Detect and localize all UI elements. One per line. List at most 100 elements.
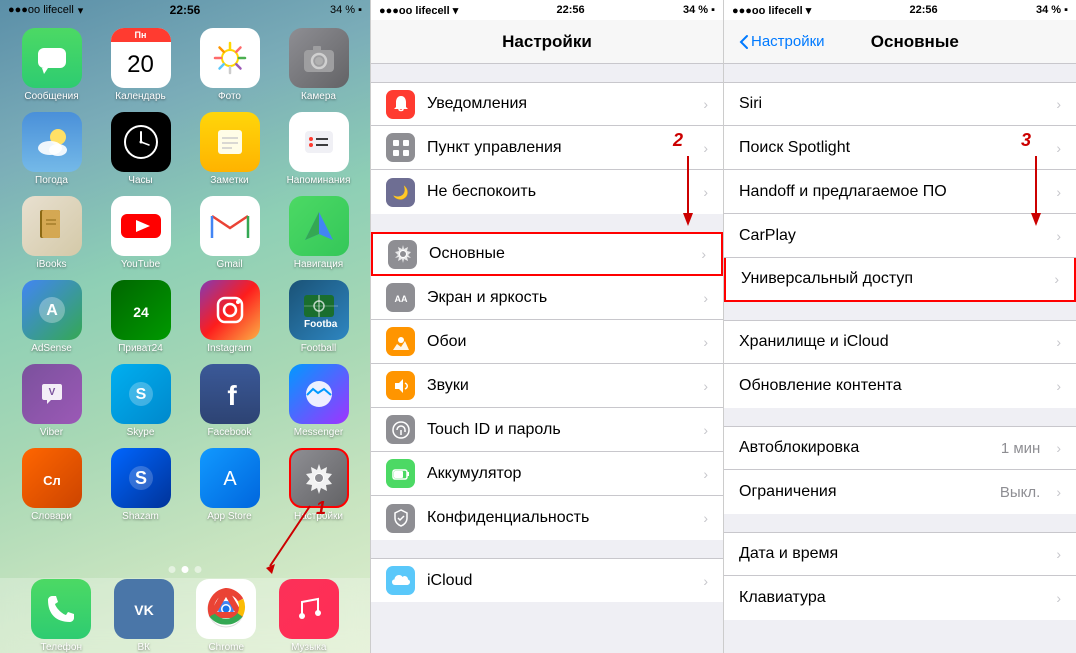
dock-chrome-icon — [196, 579, 256, 639]
settings-dnd[interactable]: 🌙 Не беспокоить › — [371, 170, 723, 214]
settings-touchid[interactable]: Touch ID и пароль › — [371, 408, 723, 452]
settings-display[interactable]: AA Экран и яркость › — [371, 276, 723, 320]
app-football[interactable]: Football.ua Football — [279, 280, 358, 354]
app-skype[interactable]: S Skype — [101, 364, 180, 438]
settings-notifications[interactable]: Уведомления › — [371, 82, 723, 126]
phone2-settings: ●●●oo lifecell ▾ 22:56 34 % ▪ Настройки … — [370, 0, 723, 653]
app-adsense[interactable]: A AdSense — [12, 280, 91, 354]
svg-text:AA: AA — [394, 294, 407, 304]
detail-autolock[interactable]: Автоблокировка 1 мин › — [724, 426, 1076, 470]
app-icon-football: Football.ua — [289, 280, 349, 340]
app-clock[interactable]: Часы — [101, 112, 180, 186]
dock-phone[interactable]: Телефон — [31, 579, 91, 653]
settings-sounds[interactable]: Звуки › — [371, 364, 723, 408]
app-instagram[interactable]: Instagram — [190, 280, 269, 354]
settings-group-gap-2 — [371, 214, 723, 232]
dock: Телефон VK ВК — [0, 578, 370, 653]
svg-text:Football.ua: Football.ua — [304, 319, 338, 329]
app-messenger[interactable]: Messenger — [279, 364, 358, 438]
wallpaper-label: Обои — [427, 333, 691, 351]
dock-music[interactable]: Музыка — [279, 579, 339, 653]
app-reminders[interactable]: Напоминания — [279, 112, 358, 186]
status-bar-2: ●●●oo lifecell ▾ 22:56 34 % ▪ — [371, 0, 723, 20]
settings-group-icloud: iCloud › — [371, 558, 723, 602]
app-notes[interactable]: Заметки — [190, 112, 269, 186]
settings-wallpaper[interactable]: Обои › — [371, 320, 723, 364]
dock-vk[interactable]: VK ВК — [114, 579, 174, 653]
status-battery: 34 % ▪ — [330, 4, 362, 16]
page-indicator — [169, 566, 202, 573]
app-facebook[interactable]: f Facebook — [190, 364, 269, 438]
settings-group-datetime: Дата и время › Клавиатура › — [724, 532, 1076, 620]
app-camera[interactable]: Камера — [279, 28, 358, 102]
icloud-icon — [386, 566, 415, 595]
back-button[interactable]: Настройки — [739, 33, 825, 50]
detail-handoff[interactable]: Handoff и предлагаемое ПО › — [724, 170, 1076, 214]
settings-group-2: Основные › AA Экран и яркость › Обои › — [371, 232, 723, 540]
detail-keyboard[interactable]: Клавиатура › — [724, 576, 1076, 620]
settings-battery[interactable]: Аккумулятор › — [371, 452, 723, 496]
settings-control[interactable]: Пункт управления › — [371, 126, 723, 170]
app-label-notes: Заметки — [210, 175, 248, 186]
svg-text:VK: VK — [134, 602, 153, 618]
app-photos[interactable]: Фото — [190, 28, 269, 102]
dock-label-phone: Телефон — [41, 642, 82, 653]
app-slovari[interactable]: Сл Словари — [12, 448, 91, 522]
keyboard-label: Клавиатура — [739, 589, 1044, 607]
dock-label-music: Музыка — [291, 642, 326, 653]
settings-group-gap-3 — [371, 540, 723, 558]
svg-text:f: f — [227, 380, 237, 411]
app-privat24[interactable]: 24 Приват24 — [101, 280, 180, 354]
app-label-slovari: Словари — [31, 511, 72, 522]
detail-restrictions[interactable]: Ограничения Выкл. › — [724, 470, 1076, 514]
app-icon-facebook: f — [200, 364, 260, 424]
app-icon-viber: V — [22, 364, 82, 424]
detail-datetime[interactable]: Дата и время › — [724, 532, 1076, 576]
settings-list: Уведомления › Пункт управления › 🌙 Не бе… — [371, 64, 723, 653]
detail-accessibility[interactable]: Универсальный доступ › — [724, 258, 1076, 302]
detail-siri[interactable]: Siri › — [724, 82, 1076, 126]
app-shazam[interactable]: S Shazam — [101, 448, 180, 522]
dock-music-icon — [279, 579, 339, 639]
status-carrier: ●●●oo lifecell ▾ — [8, 4, 83, 17]
app-label-skype: Skype — [127, 427, 155, 438]
detail-bgrefresh[interactable]: Обновление контента › — [724, 364, 1076, 408]
app-messages[interactable]: Сообщения — [12, 28, 91, 102]
detail-carplay[interactable]: CarPlay › — [724, 214, 1076, 258]
app-navigation[interactable]: Навигация — [279, 196, 358, 270]
app-settings[interactable]: Настройки — [279, 448, 358, 522]
phone1-home-screen: ●●●oo lifecell ▾ 22:56 34 % ▪ Сообщения … — [0, 0, 370, 653]
settings-privacy[interactable]: Конфиденциальность › — [371, 496, 723, 540]
app-label-appstore: App Store — [207, 511, 251, 522]
app-ibooks[interactable]: iBooks — [12, 196, 91, 270]
settings-general[interactable]: Основные › — [371, 232, 723, 276]
status-time-1: 22:56 — [170, 3, 201, 17]
app-label-photos: Фото — [218, 91, 241, 102]
app-gmail[interactable]: Gmail — [190, 196, 269, 270]
settings-group-1: Уведомления › Пункт управления › 🌙 Не бе… — [371, 82, 723, 214]
settings-title: Настройки — [502, 32, 592, 52]
app-appstore[interactable]: A App Store — [190, 448, 269, 522]
app-icon-weather — [22, 112, 82, 172]
app-icon-photos — [200, 28, 260, 88]
app-calendar[interactable]: Пн 20 Календарь — [101, 28, 180, 102]
settings-icloud[interactable]: iCloud › — [371, 558, 723, 602]
app-viber[interactable]: V Viber — [12, 364, 91, 438]
app-label-clock: Часы — [128, 175, 152, 186]
app-youtube[interactable]: YouTube — [101, 196, 180, 270]
detail-spotlight[interactable]: Поиск Spotlight › — [724, 126, 1076, 170]
svg-text:A: A — [46, 302, 58, 319]
app-label-messages: Сообщения — [24, 91, 78, 102]
app-label-messenger: Messenger — [294, 427, 343, 438]
svg-text:S: S — [135, 386, 146, 403]
dock-chrome[interactable]: Chrome — [196, 579, 256, 653]
detail-storage[interactable]: Хранилище и iCloud › — [724, 320, 1076, 364]
settings-group-storage: Хранилище и iCloud › Обновление контента… — [724, 320, 1076, 408]
control-icon — [386, 133, 415, 162]
app-icon-messenger — [289, 364, 349, 424]
app-weather[interactable]: Погода — [12, 112, 91, 186]
bgrefresh-label: Обновление контента — [739, 377, 1044, 395]
accessibility-label: Универсальный доступ — [741, 270, 1042, 288]
app-icon-youtube — [111, 196, 171, 256]
app-label-facebook: Facebook — [208, 427, 252, 438]
